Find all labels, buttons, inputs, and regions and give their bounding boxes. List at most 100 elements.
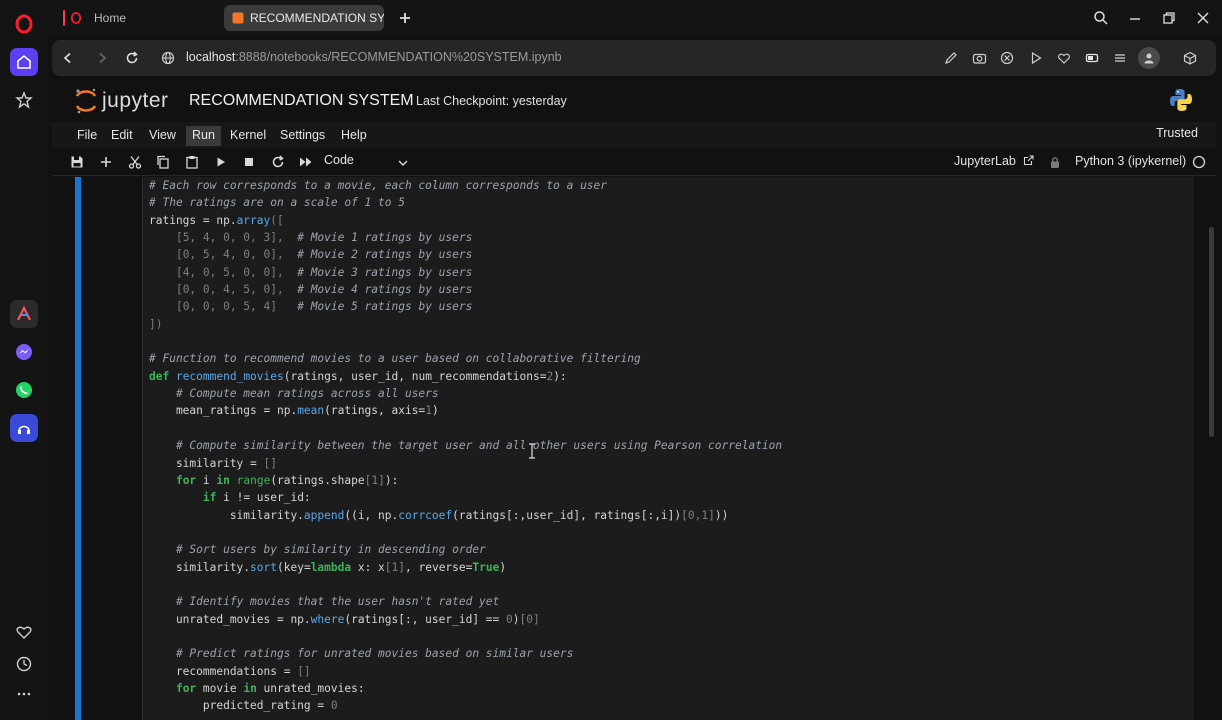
- jupyter-logo-icon[interactable]: [74, 87, 98, 120]
- code-line[interactable]: similarity = []: [149, 455, 782, 472]
- code-token: # Function to recommend movies to a user…: [149, 352, 641, 366]
- edit-page-icon[interactable]: [942, 49, 960, 67]
- menu-settings[interactable]: Settings: [274, 126, 331, 146]
- extensions-cube-icon[interactable]: [1181, 49, 1199, 67]
- bookmarks-star-icon[interactable]: [10, 86, 38, 114]
- code-token: [1]: [364, 473, 385, 487]
- ad-blocker-icon[interactable]: [998, 49, 1016, 67]
- menu-edit[interactable]: Edit: [105, 126, 139, 146]
- code-token: [0, 0, 4, 5, 0],: [175, 283, 284, 297]
- url-field[interactable]: localhost:8888/notebooks/RECOMMENDATION%…: [186, 50, 562, 64]
- code-line[interactable]: # Function to recommend movies to a user…: [149, 350, 782, 367]
- code-line[interactable]: [0, 0, 4, 5, 0], # Movie 4 ratings by us…: [149, 281, 782, 298]
- code-line[interactable]: [5, 4, 0, 0, 3], # Movie 1 ratings by us…: [149, 229, 782, 246]
- new-tab-icon[interactable]: [395, 8, 415, 28]
- battery-saver-icon[interactable]: [1083, 49, 1101, 67]
- code-line[interactable]: for movie in unrated_movies:: [149, 680, 782, 697]
- code-token: recommend_movies: [175, 369, 284, 383]
- code-line[interactable]: [149, 333, 782, 350]
- kernel-name[interactable]: Python 3 (ipykernel): [1075, 154, 1186, 168]
- aria-ai-icon[interactable]: [10, 300, 38, 328]
- code-cell-editor[interactable]: # Each row corresponds to a movie, each …: [142, 177, 1194, 720]
- code-line[interactable]: # Each row corresponds to a movie, each …: [149, 177, 782, 194]
- restore-window-icon[interactable]: [1159, 8, 1179, 28]
- notebook-title[interactable]: RECOMMENDATION SYSTEM: [189, 92, 414, 110]
- code-text[interactable]: # Each row corresponds to a movie, each …: [149, 177, 782, 715]
- paste-clipboard-icon[interactable]: [184, 154, 200, 170]
- code-line[interactable]: [0, 5, 4, 0, 0], # Movie 2 ratings by us…: [149, 246, 782, 263]
- url-host: localhost: [186, 50, 236, 64]
- menu-file[interactable]: File: [71, 126, 103, 146]
- run-cell-icon[interactable]: [213, 154, 229, 170]
- code-line[interactable]: [149, 576, 782, 593]
- code-line[interactable]: recommendations = []: [149, 663, 782, 680]
- code-line[interactable]: # Sort users by similarity in descending…: [149, 541, 782, 558]
- code-token: # Movie 3 ratings by users: [297, 265, 473, 279]
- vertical-scrollbar[interactable]: [1209, 227, 1214, 437]
- code-line[interactable]: [0, 0, 0, 5, 4] # Movie 5 ratings by use…: [149, 298, 782, 315]
- whatsapp-icon[interactable]: [10, 376, 38, 404]
- jupyterlab-link[interactable]: JupyterLab: [954, 154, 1034, 169]
- code-line[interactable]: [149, 628, 782, 645]
- profile-avatar-icon[interactable]: [1138, 47, 1160, 69]
- trusted-indicator[interactable]: Trusted: [1156, 126, 1198, 140]
- save-icon[interactable]: [69, 154, 85, 170]
- play-icon[interactable]: [1027, 49, 1045, 67]
- restart-run-all-icon[interactable]: [298, 154, 314, 170]
- history-clock-icon[interactable]: [10, 650, 38, 678]
- site-info-globe-icon[interactable]: [158, 48, 178, 68]
- code-line[interactable]: unrated_movies = np.where(ratings[:, use…: [149, 611, 782, 628]
- checkpoint-status: Last Checkpoint: yesterday: [416, 94, 567, 108]
- code-line[interactable]: predicted_rating = 0: [149, 697, 782, 714]
- heart-icon[interactable]: [10, 618, 38, 646]
- copy-icon[interactable]: [155, 154, 171, 170]
- cut-scissors-icon[interactable]: [127, 154, 143, 170]
- menu-run[interactable]: Run: [186, 126, 221, 146]
- close-window-icon[interactable]: [1193, 8, 1213, 28]
- code-line[interactable]: def recommend_movies(ratings, user_id, n…: [149, 368, 782, 385]
- tab-notebook[interactable]: RECOMMENDATION SYST: [224, 5, 384, 31]
- active-cell-indicator[interactable]: [75, 177, 81, 720]
- code-line[interactable]: if i != user_id:: [149, 489, 782, 506]
- reload-icon[interactable]: [122, 48, 142, 68]
- search-tabs-icon[interactable]: [1091, 8, 1111, 28]
- minimize-icon[interactable]: [1125, 8, 1145, 28]
- easy-setup-menu-icon[interactable]: [1111, 49, 1129, 67]
- code-line[interactable]: # Predict ratings for unrated movies bas…: [149, 645, 782, 662]
- code-line[interactable]: # The ratings are on a scale of 1 to 5: [149, 194, 782, 211]
- cell-type-dropdown[interactable]: Code: [324, 153, 408, 171]
- code-line[interactable]: [149, 420, 782, 437]
- snapshot-camera-icon[interactable]: [970, 49, 988, 67]
- code-line[interactable]: similarity.append((i, np.corrcoef(rating…: [149, 507, 782, 524]
- menu-kernel[interactable]: Kernel: [224, 126, 272, 146]
- opera-logo-icon[interactable]: [10, 10, 38, 38]
- code-line[interactable]: ratings = np.array([: [149, 212, 782, 229]
- code-line[interactable]: # Compute mean ratings across all users: [149, 385, 782, 402]
- more-options-icon[interactable]: [10, 680, 38, 708]
- home-icon[interactable]: [10, 48, 38, 76]
- code-line[interactable]: # Identify movies that the user hasn't r…: [149, 593, 782, 610]
- favorite-heart-icon[interactable]: [1055, 49, 1073, 67]
- music-player-icon[interactable]: [10, 414, 38, 442]
- back-icon[interactable]: [58, 48, 78, 68]
- code-line[interactable]: [4, 0, 5, 0, 0], # Movie 3 ratings by us…: [149, 264, 782, 281]
- code-line[interactable]: similarity.sort(key=lambda x: x[1], reve…: [149, 559, 782, 576]
- menu-view[interactable]: View: [143, 126, 182, 146]
- code-line[interactable]: ]): [149, 316, 782, 333]
- code-line[interactable]: [149, 524, 782, 541]
- interrupt-kernel-icon[interactable]: [241, 154, 257, 170]
- code-line[interactable]: for i in range(ratings.shape[1]):: [149, 472, 782, 489]
- restart-kernel-icon[interactable]: [270, 154, 286, 170]
- insert-cell-icon[interactable]: [98, 154, 114, 170]
- menu-help[interactable]: Help: [335, 126, 373, 146]
- tab-home[interactable]: Home: [54, 5, 220, 31]
- chevron-down-icon: [398, 156, 408, 170]
- messenger-icon[interactable]: [10, 338, 38, 366]
- code-line[interactable]: mean_ratings = np.mean(ratings, axis=1): [149, 402, 782, 419]
- forward-icon[interactable]: [92, 48, 112, 68]
- code-line[interactable]: # Compute similarity between the target …: [149, 437, 782, 454]
